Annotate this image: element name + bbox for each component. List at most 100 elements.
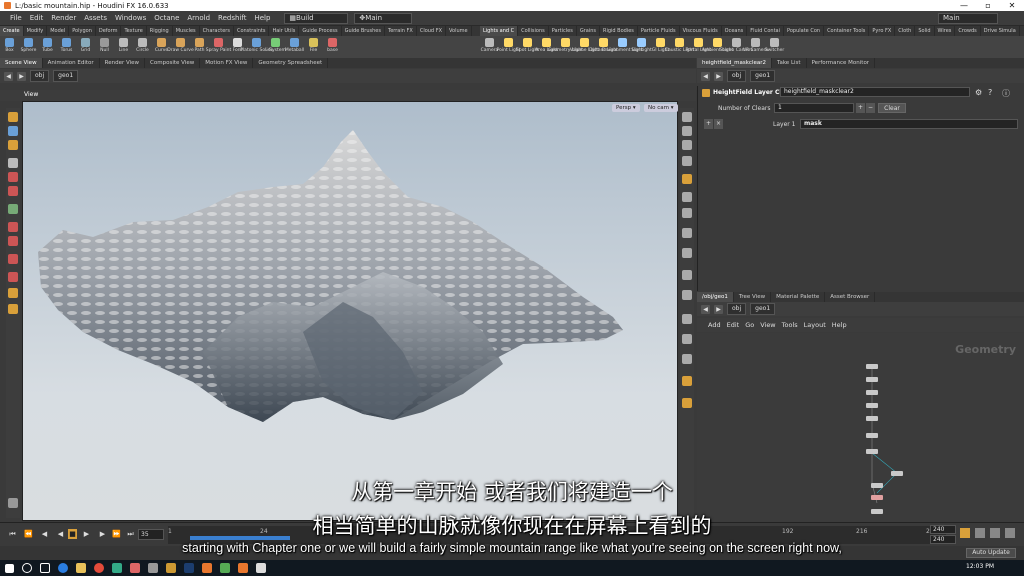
node-name-field[interactable]: heightfield_maskclear2 (780, 87, 970, 97)
path-geo[interactable]: geo1 (53, 70, 79, 82)
shelf-tab-right-7[interactable]: Oceans (722, 26, 748, 36)
shelf-tool-geometry-light[interactable]: Geometry Light (548, 36, 583, 58)
tab-material-palette[interactable]: Material Palette (771, 292, 826, 302)
shelf-tab-left-11[interactable]: Guide Process (299, 26, 342, 36)
chrome-icon[interactable] (90, 560, 108, 576)
path-obj[interactable]: obj (30, 70, 50, 82)
camera-persp-select[interactable]: Persp ▾ (612, 104, 640, 112)
shelf-tool-font[interactable]: Font (228, 36, 247, 58)
scale-tool-icon[interactable] (8, 186, 18, 196)
maximize-icon[interactable]: ▫ (976, 0, 1000, 11)
menu-file[interactable]: File (6, 14, 26, 22)
shelf-tool-torus[interactable]: Torus (57, 36, 76, 58)
rotate-tool-icon[interactable] (8, 172, 18, 182)
lock-icon[interactable] (682, 126, 692, 136)
net-menu-go[interactable]: Go (742, 321, 757, 329)
snap-icon[interactable] (8, 204, 18, 214)
shelf-tab-right-11[interactable]: Pyro FX (869, 26, 896, 36)
menu-arnold[interactable]: Arnold (183, 14, 214, 22)
shelf-tool-circle[interactable]: Circle (133, 36, 152, 58)
shelf-tool-tube[interactable]: Tube (38, 36, 57, 58)
shelf-tab-right-1[interactable]: Collisions (518, 26, 549, 36)
back-icon[interactable]: ◀ (4, 71, 13, 81)
shelf-tab-left-12[interactable]: Guide Brushes (342, 26, 385, 36)
shelf-tab-right-3[interactable]: Grains (577, 26, 600, 36)
net-menu-help[interactable]: Help (829, 321, 850, 329)
help-icon[interactable]: ? (988, 88, 992, 97)
handle-icon[interactable] (8, 288, 18, 298)
shelf-tab-right-0[interactable]: Lights and C (480, 26, 519, 36)
minus-icon[interactable]: − (866, 103, 875, 113)
close-icon[interactable]: ✕ (1000, 0, 1024, 11)
windows-start-icon[interactable] (0, 560, 18, 576)
template-icon[interactable] (682, 290, 692, 300)
tab-take-list[interactable]: Take List (772, 58, 807, 68)
shelf-tool-base[interactable]: base (323, 36, 342, 58)
display-options-icon[interactable] (682, 112, 692, 122)
net-menu-edit[interactable]: Edit (724, 321, 743, 329)
shelf-tool-sky-light[interactable]: Sky Light (631, 36, 652, 58)
network-node[interactable] (866, 377, 878, 382)
shelf-tool-sphere[interactable]: Sphere (19, 36, 38, 58)
shelf-tool-spot-light[interactable]: Spot Light (516, 36, 539, 58)
menu-assets[interactable]: Assets (80, 14, 111, 22)
shelf-tool-line[interactable]: Line (114, 36, 133, 58)
menu-redshift[interactable]: Redshift (214, 14, 250, 22)
clears-count-field[interactable]: 1 (774, 103, 854, 113)
app-icon-7[interactable] (252, 560, 270, 576)
tab-obj-geo1[interactable]: /obj/geo1 (697, 292, 734, 302)
houdini-icon[interactable] (198, 560, 216, 576)
shelf-tool-curve[interactable]: Curve (152, 36, 171, 58)
back-icon[interactable]: ◀ (701, 71, 710, 81)
tab-heightfield-maskclear2[interactable]: heightfield_maskclear2 (697, 58, 772, 68)
network-node[interactable] (866, 416, 878, 421)
visualizer-icon[interactable] (682, 354, 692, 364)
shelf-tool-box[interactable]: Box (0, 36, 19, 58)
shelf-tool-portal-light[interactable]: Portal Light (686, 36, 711, 58)
tab-geometry-spreadsheet[interactable]: Geometry Spreadsheet (253, 58, 329, 68)
shelf-tab-left-8[interactable]: Characters (200, 26, 234, 36)
shading-icon[interactable] (682, 174, 692, 184)
search-icon[interactable] (18, 560, 36, 576)
handle-tool-icon[interactable] (8, 140, 18, 150)
net-menu-tools[interactable]: Tools (779, 321, 801, 329)
render-view-icon[interactable] (682, 398, 692, 408)
shelf-tab-right-4[interactable]: Rigid Bodies (600, 26, 638, 36)
app-icon-2[interactable] (126, 560, 144, 576)
network-node[interactable] (866, 433, 878, 438)
points-icon[interactable] (682, 208, 692, 218)
app-icon-5[interactable] (216, 560, 234, 576)
light-icon[interactable] (682, 156, 692, 166)
shelf-tool-environment-light[interactable]: Environment Light (602, 36, 643, 58)
menu-octane[interactable]: Octane (150, 14, 183, 22)
path-obj[interactable]: obj (727, 303, 747, 315)
render-icon[interactable] (8, 304, 18, 314)
shelf-tab-right-8[interactable]: Fluid Contai (747, 26, 785, 36)
layer-field[interactable]: mask (800, 119, 1018, 129)
net-menu-view[interactable]: View (757, 321, 778, 329)
scene-viewport[interactable] (22, 101, 678, 521)
shelf-tab-left-6[interactable]: Rigging (147, 26, 173, 36)
shelf-tool-gi-light[interactable]: GI Light (651, 36, 670, 58)
edge-icon[interactable] (54, 560, 72, 576)
tab-render-view[interactable]: Render View (100, 58, 146, 68)
shelf-tool-file[interactable]: File (304, 36, 323, 58)
shelf-tab-right-12[interactable]: Cloth (895, 26, 916, 36)
path-geo[interactable]: geo1 (750, 70, 776, 82)
shelf-tab-right-9[interactable]: Populate Con (784, 26, 825, 36)
shelf-tool-path[interactable]: Path (190, 36, 209, 58)
move-tool-icon[interactable] (8, 126, 18, 136)
normals-icon[interactable] (682, 228, 692, 238)
tab-composite-view[interactable]: Composite View (145, 58, 201, 68)
desktop-select[interactable]: ▦ Build (284, 12, 349, 24)
shelf-tool-distant-light[interactable]: Distant Light (589, 36, 618, 58)
photoshop-icon[interactable] (180, 560, 198, 576)
main-select[interactable]: ✥ Main (354, 12, 413, 24)
shelf-tool-grid[interactable]: Grid (76, 36, 95, 58)
transform-icon[interactable] (8, 236, 18, 246)
tab-scene-view[interactable]: Scene View (0, 58, 43, 68)
shelf-tab-right-14[interactable]: Wires (935, 26, 956, 36)
brush-icon[interactable] (8, 254, 18, 264)
network-node[interactable] (866, 364, 878, 369)
shelf-tab-left-2[interactable]: Model (47, 26, 70, 36)
